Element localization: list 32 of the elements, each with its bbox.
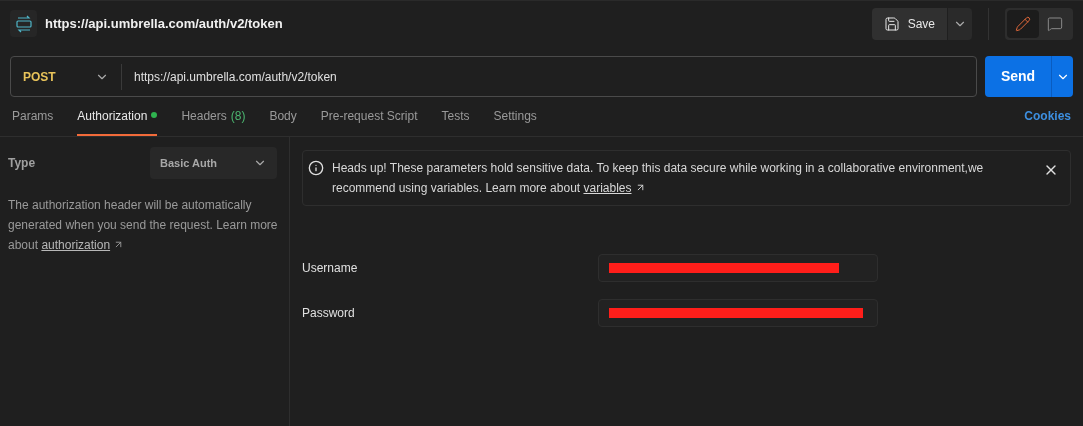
pencil-icon	[1015, 15, 1031, 32]
request-tab[interactable]: Headers (8)	[181, 107, 246, 136]
type-label: Type	[8, 155, 36, 172]
field-label: Username	[302, 260, 359, 277]
input-field[interactable]	[598, 299, 878, 327]
save-button[interactable]: Save	[871, 7, 947, 40]
send-button[interactable]: Send	[985, 56, 1051, 97]
save-icon	[883, 15, 900, 32]
request-tab[interactable]: Tests	[441, 107, 470, 136]
url-bar[interactable]: POST https://api.umbrella.com/auth/v2/token	[10, 56, 977, 97]
request-tab[interactable]: Body	[269, 107, 297, 136]
field-label: Password	[302, 305, 356, 322]
cookies-link[interactable]: Cookies	[1024, 107, 1071, 136]
input-field[interactable]	[598, 254, 878, 282]
auth-type-dropdown[interactable]: Basic Auth	[150, 147, 277, 179]
request-tab[interactable]: Params	[12, 107, 54, 136]
header-count: (8)	[230, 108, 246, 125]
request-tab[interactable]: Pre-request Script	[320, 107, 418, 136]
comment-icon	[1047, 15, 1063, 32]
send-options-button[interactable]	[1051, 56, 1073, 97]
method-dropdown[interactable]: POST	[11, 57, 121, 96]
variables-link[interactable]: variables	[583, 181, 632, 195]
save-options-button[interactable]	[948, 7, 972, 40]
edit-mode-button[interactable]	[1007, 9, 1039, 38]
auth-description: The authorization header will be automatically generated when you send the request. Learn more about authorization	[8, 197, 279, 254]
http-logo-icon	[10, 10, 37, 37]
request-tab[interactable]: Authorization	[77, 107, 158, 136]
info-icon	[308, 160, 324, 176]
alert-message: Heads up! These parameters hold sensitive data. To keep this data secure while working in a collaborative environment,we recommend using variables. Learn more about variables	[332, 160, 985, 197]
request-tab[interactable]: Settings	[493, 107, 537, 136]
request-title: https://api.umbrella.com/auth/v2/token	[45, 14, 283, 33]
authorization-link[interactable]: authorization	[41, 238, 111, 252]
